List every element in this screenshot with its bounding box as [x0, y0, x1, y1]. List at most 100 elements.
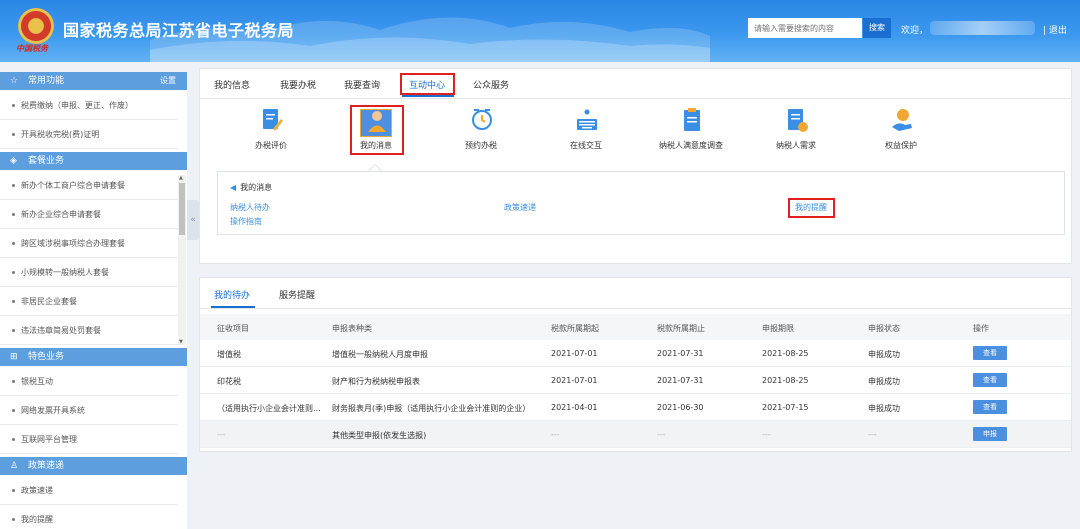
settings-link[interactable]: 设置 — [160, 72, 176, 90]
column-header: 操作 — [973, 324, 989, 333]
sidebar-item[interactable]: 政策速递 — [0, 477, 178, 505]
active-tab-underline — [402, 95, 454, 97]
sidebar-collapse-button[interactable]: « — [187, 200, 199, 240]
sidebar-section-policy[interactable]: ♙ 政策速递 — [0, 457, 187, 475]
user-name-redacted — [930, 21, 1035, 35]
declare-button[interactable]: 申报 — [973, 427, 1007, 441]
sidebar-item[interactable]: 跨区域涉税事项综合办理套餐 — [0, 230, 178, 258]
bullet-icon — [12, 213, 15, 216]
sidebar-item[interactable]: 互联网平台管理 — [0, 426, 178, 454]
sidebar-section-title: 常用功能 — [28, 76, 65, 86]
bullet-icon — [12, 242, 15, 245]
column-header: 税款所属期止 — [657, 324, 705, 333]
sidebar-item[interactable]: 网络发票开具系统 — [0, 397, 178, 425]
my-messages-box: ◀ 我的消息 纳税人待办 政策速递 我的提醒 操作指南 — [217, 171, 1065, 235]
table-row: （适用执行小企业会计准则... 财务报表月(季)申报（适用执行小企业会计准则的企… — [200, 394, 1071, 421]
bullet-icon — [12, 271, 15, 274]
view-button[interactable]: 查看 — [973, 400, 1007, 414]
scrollbar-thumb[interactable] — [179, 183, 185, 235]
header: 中国税务 国家税务总局江苏省电子税务局 搜索 欢迎， | 退出 — [0, 0, 1080, 62]
sidebar-section-title: 政策速递 — [28, 461, 65, 471]
service-online-interaction[interactable]: 在线交互 — [551, 107, 621, 169]
sidebar-section-title: 特色业务 — [28, 352, 65, 362]
service-taxpayer-demand[interactable]: 纳税人需求 — [761, 107, 831, 169]
divider — [200, 308, 1071, 309]
survey-icon — [684, 108, 700, 131]
keyboard-icon — [577, 109, 597, 130]
scroll-up-icon[interactable]: ▲ — [179, 175, 183, 181]
search-input[interactable] — [748, 18, 862, 38]
welcome-text: 欢迎， — [901, 26, 929, 36]
service-evaluation[interactable]: 办税评价 — [236, 107, 306, 169]
sidebar-scrollbar[interactable]: ▲ ▼ — [178, 175, 186, 345]
service-satisfaction-survey[interactable]: 纳税人满意度调查 — [656, 107, 726, 169]
highlight-box — [400, 73, 455, 95]
sidebar-item[interactable]: 非居民企业套餐 — [0, 288, 178, 316]
service-appointment[interactable]: 预约办税 — [446, 107, 516, 169]
interaction-center-panel: 我的信息 我要办税 我要查询 互动中心 公众服务 办税评价 我的消息 预约办税 — [199, 68, 1072, 264]
table-header: 征收项目 申报表种类 税款所属期起 税款所属期止 申报期限 申报状态 操作 — [200, 314, 1071, 340]
sidebar-item[interactable]: 税费缴纳（申报、更正、作废） — [0, 92, 178, 120]
service-rights-protection[interactable]: 权益保护 — [866, 107, 936, 169]
bullet-icon — [12, 133, 15, 136]
link-policy-express[interactable]: 政策速递 — [504, 202, 536, 213]
logout-link[interactable]: | 退出 — [1043, 23, 1067, 36]
sidebar-section-special[interactable]: ⊞ 特色业务 — [0, 348, 187, 366]
link-taxpayer-todo[interactable]: 纳税人待办 — [230, 202, 270, 213]
flag-icon: ◀ — [230, 183, 237, 192]
tab-tax-handling[interactable]: 我要办税 — [280, 78, 316, 91]
evaluation-icon — [263, 109, 283, 131]
column-header: 申报期限 — [762, 324, 794, 333]
sidebar-section-title: 套餐业务 — [28, 156, 65, 166]
column-header: 税款所属期起 — [551, 324, 599, 333]
alarm-clock-icon — [472, 109, 492, 130]
tab-service-reminder[interactable]: 服务提醒 — [279, 288, 315, 301]
tax-emblem-icon — [18, 8, 54, 44]
tab-public-service[interactable]: 公众服务 — [473, 78, 509, 91]
user-icon: ♙ — [10, 461, 19, 471]
table-row: 印花税 财产和行为税纳税申报表 2021-07-01 2021-07-31 20… — [200, 367, 1071, 394]
bullet-icon — [12, 104, 15, 107]
table-row: 增值税 增值税一般纳税人月度申报 2021-07-01 2021-07-31 2… — [200, 340, 1071, 367]
sidebar-item[interactable]: 新办个体工商户综合申请套餐 — [0, 172, 178, 200]
link-operation-guide[interactable]: 操作指南 — [230, 216, 262, 227]
todo-panel: 我的待办 服务提醒 征收项目 申报表种类 税款所属期起 税款所属期止 申报期限 … — [199, 277, 1072, 452]
sidebar-item[interactable]: 违法违章简易处罚套餐 — [0, 317, 178, 345]
sidebar: ☆ 常用功能 设置 税费缴纳（申报、更正、作废） 开具税收完税(费)证明 ◈ 套… — [0, 72, 187, 529]
view-button[interactable]: 查看 — [973, 373, 1007, 387]
sidebar-section-packages[interactable]: ◈ 套餐业务 — [0, 152, 187, 170]
bullet-icon — [12, 329, 15, 332]
service-my-messages[interactable]: 我的消息 — [341, 107, 411, 169]
bullet-icon — [12, 380, 15, 383]
site-title: 国家税务总局江苏省电子税务局 — [63, 21, 295, 40]
column-header: 申报表种类 — [332, 324, 372, 333]
bullet-icon — [12, 300, 15, 303]
message-icon — [368, 111, 386, 132]
layers-icon: ◈ — [10, 156, 17, 166]
star-icon: ☆ — [10, 76, 19, 86]
bullet-icon — [12, 409, 15, 412]
bullet-icon — [12, 184, 15, 187]
scroll-down-icon[interactable]: ▼ — [179, 339, 183, 345]
tab-my-info[interactable]: 我的信息 — [214, 78, 250, 91]
highlight-box — [788, 198, 835, 218]
search-button[interactable]: 搜索 — [863, 18, 891, 38]
sidebar-item[interactable]: 我的提醒 — [0, 506, 178, 529]
sidebar-item[interactable]: 银税互动 — [0, 368, 178, 396]
bullet-icon — [12, 438, 15, 441]
view-button[interactable]: 查看 — [973, 346, 1007, 360]
tab-query[interactable]: 我要查询 — [344, 78, 380, 91]
sidebar-section-common[interactable]: ☆ 常用功能 设置 — [0, 72, 187, 90]
emblem-script: 中国税务 — [16, 43, 48, 53]
column-header: 征收项目 — [217, 324, 249, 333]
column-header: 申报状态 — [868, 324, 900, 333]
sidebar-item[interactable]: 新办企业综合申请套餐 — [0, 201, 178, 229]
sidebar-item[interactable]: 开具税收完税(费)证明 — [0, 121, 178, 149]
grid-icon: ⊞ — [10, 352, 18, 362]
top-tabs: 我的信息 我要办税 我要查询 互动中心 公众服务 — [200, 69, 1071, 99]
tab-my-todo[interactable]: 我的待办 — [214, 288, 250, 301]
sidebar-item[interactable]: 小规模转一般纳税人套餐 — [0, 259, 178, 287]
messages-title: ◀ 我的消息 — [230, 183, 273, 192]
bullet-icon — [12, 489, 15, 492]
bullet-icon — [12, 518, 15, 521]
